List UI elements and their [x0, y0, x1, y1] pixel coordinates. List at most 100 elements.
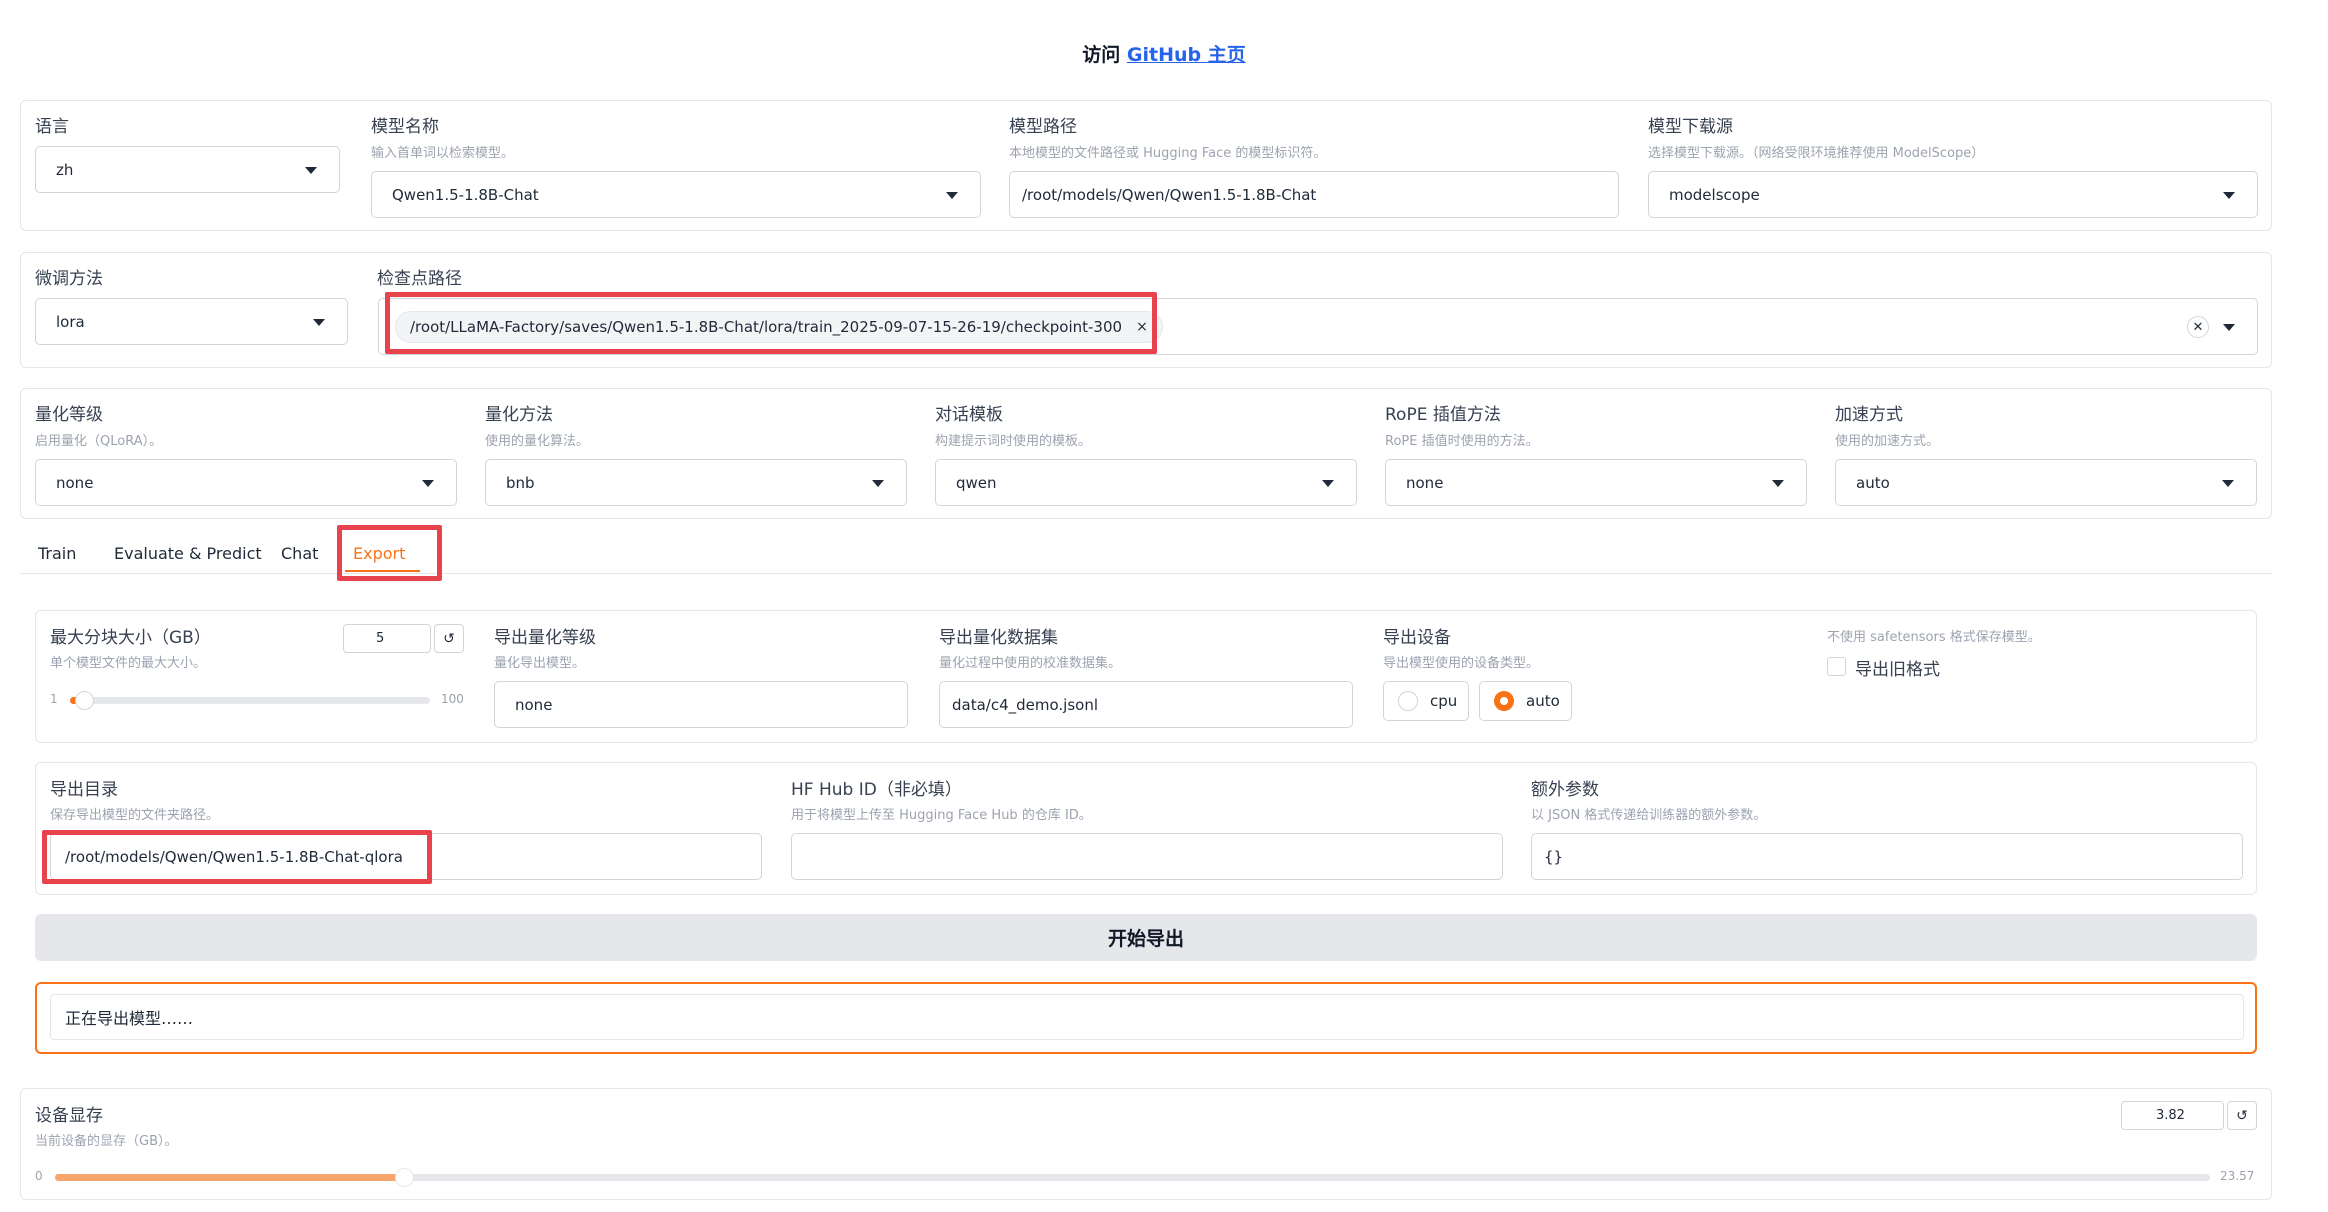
dataset-value: data/c4_demo.jsonl [952, 695, 1099, 714]
chevron-down-icon [305, 166, 317, 174]
tab-train[interactable]: Train [38, 544, 76, 563]
title-prefix: 访问 [1082, 44, 1127, 66]
booster-info: 使用的加速方式。 [1835, 434, 1940, 449]
export-status-text: 正在导出模型…… [65, 1009, 194, 1028]
size-info: 单个模型文件的最大大小。 [50, 656, 207, 671]
size-slider-track[interactable] [70, 691, 430, 710]
dataset-input[interactable]: data/c4_demo.jsonl [939, 681, 1353, 728]
template-info: 构建提示词时使用的模板。 [935, 434, 1092, 449]
hub-id-info: 用于将模型上传至 Hugging Face Hub 的仓库 ID。 [791, 808, 1092, 823]
rope-select[interactable]: none [1385, 459, 1807, 506]
annotation-box-checkpoint [385, 292, 1157, 354]
memory-max: 23.57 [2220, 1169, 2255, 1183]
device-option-cpu[interactable]: cpu [1383, 681, 1469, 721]
booster-label: 加速方式 [1835, 405, 1903, 425]
device-option-auto[interactable]: auto [1479, 681, 1572, 721]
tab-evaluate[interactable]: Evaluate & Predict [114, 544, 262, 563]
page-title: 访问 GitHub 主页 [0, 40, 2328, 67]
reset-icon[interactable]: ↺ [2227, 1101, 2257, 1130]
size-value: 5 [376, 631, 385, 646]
memory-value: 3.82 [2156, 1108, 2185, 1123]
extra-args-label: 额外参数 [1531, 780, 1599, 800]
lang-select[interactable]: zh [35, 146, 340, 193]
export-dir-info: 保存导出模型的文件夹路径。 [50, 808, 220, 823]
model-path-input[interactable]: /root/models/Qwen/Qwen1.5-1.8B-Chat [1009, 171, 1619, 218]
extra-args-value: {} [1544, 847, 1564, 866]
quant-bit-label: 量化等级 [35, 405, 103, 425]
hub-id-input[interactable] [791, 833, 1503, 880]
template-value: qwen [956, 473, 997, 492]
hub-value: modelscope [1669, 185, 1760, 204]
finetune-value: lora [56, 312, 85, 331]
model-name-select[interactable]: Qwen1.5-1.8B-Chat [371, 171, 981, 218]
size-number-input[interactable]: 5 [343, 624, 431, 653]
rope-value: none [1406, 473, 1444, 492]
model-path-value: /root/models/Qwen/Qwen1.5-1.8B-Chat [1022, 185, 1317, 204]
rope-info: RoPE 插值时使用的方法。 [1385, 434, 1539, 449]
export-status-panel: 正在导出模型…… [35, 982, 2257, 1054]
template-label: 对话模板 [935, 405, 1003, 425]
reset-icon[interactable]: ↺ [434, 624, 464, 653]
model-name-info: 输入首单词以检索模型。 [371, 146, 515, 161]
radio-checked-icon [1494, 691, 1514, 711]
lang-value: zh [56, 160, 74, 179]
chevron-down-icon [422, 479, 434, 487]
model-name-label: 模型名称 [371, 117, 439, 137]
finetune-select[interactable]: lora [35, 298, 348, 345]
memory-number-input[interactable]: 3.82 [2121, 1101, 2224, 1130]
device-cpu-label: cpu [1430, 692, 1458, 710]
model-path-label: 模型路径 [1009, 117, 1077, 137]
model-path-info: 本地模型的文件路径或 Hugging Face 的模型标识符。 [1009, 146, 1327, 161]
booster-select[interactable]: auto [1835, 459, 2257, 506]
chevron-down-icon [313, 318, 325, 326]
legacy-checkbox[interactable] [1827, 657, 1846, 676]
model-name-value: Qwen1.5-1.8B-Chat [392, 185, 539, 204]
chevron-down-icon [2223, 191, 2235, 199]
export-quant-value: none [515, 695, 553, 714]
export-dir-label: 导出目录 [50, 780, 118, 800]
hub-info: 选择模型下载源。（网络受限环境推荐使用 ModelScope） [1648, 146, 1985, 161]
memory-slider-handle[interactable] [395, 1168, 415, 1187]
start-export-button[interactable]: 开始导出 [35, 914, 2257, 961]
size-min: 1 [50, 692, 58, 706]
tab-chat[interactable]: Chat [281, 544, 318, 563]
chevron-down-icon [872, 479, 884, 487]
legacy-info: 不使用 safetensors 格式保存模型。 [1827, 630, 2041, 645]
quant-method-select[interactable]: bnb [485, 459, 907, 506]
radio-unchecked-icon [1398, 691, 1418, 711]
finetune-label: 微调方法 [35, 269, 103, 289]
quant-bit-value: none [56, 473, 94, 492]
rope-label: RoPE 插值方法 [1385, 405, 1501, 425]
memory-label: 设备显存 [35, 1106, 103, 1126]
dataset-info: 量化过程中使用的校准数据集。 [939, 656, 1122, 671]
device-info: 导出模型使用的设备类型。 [1383, 656, 1540, 671]
memory-min: 0 [35, 1169, 43, 1183]
memory-slider-track[interactable] [55, 1168, 2210, 1187]
memory-info: 当前设备的显存（GB）。 [35, 1134, 178, 1149]
quant-bit-info: 启用量化（QLoRA）。 [35, 434, 163, 449]
device-auto-label: auto [1526, 692, 1560, 710]
extra-args-input[interactable]: {} [1531, 833, 2243, 880]
booster-value: auto [1856, 473, 1890, 492]
device-label: 导出设备 [1383, 628, 1451, 648]
chevron-down-icon [1772, 479, 1784, 487]
dataset-label: 导出量化数据集 [939, 628, 1058, 648]
clear-icon[interactable]: ✕ [2187, 316, 2209, 338]
export-quant-input[interactable]: none [494, 681, 908, 728]
legacy-label[interactable]: 导出旧格式 [1855, 655, 1940, 680]
chevron-down-icon[interactable] [2223, 323, 2235, 331]
lang-label: 语言 [35, 117, 69, 137]
annotation-box-export-dir [42, 830, 432, 884]
template-select[interactable]: qwen [935, 459, 1357, 506]
memory-slider-fill [55, 1174, 405, 1181]
quant-bit-select[interactable]: none [35, 459, 457, 506]
hub-label: 模型下载源 [1648, 117, 1733, 137]
size-max: 100 [441, 692, 464, 706]
extra-args-info: 以 JSON 格式传递给训练器的额外参数。 [1531, 808, 1767, 823]
export-status-box: 正在导出模型…… [50, 994, 2244, 1040]
size-label: 最大分块大小（GB） [50, 628, 211, 648]
memory-panel [20, 1088, 2272, 1200]
hub-select[interactable]: modelscope [1648, 171, 2258, 218]
github-link[interactable]: GitHub 主页 [1127, 44, 1246, 66]
hub-id-label: HF Hub ID（非必填） [791, 780, 962, 800]
